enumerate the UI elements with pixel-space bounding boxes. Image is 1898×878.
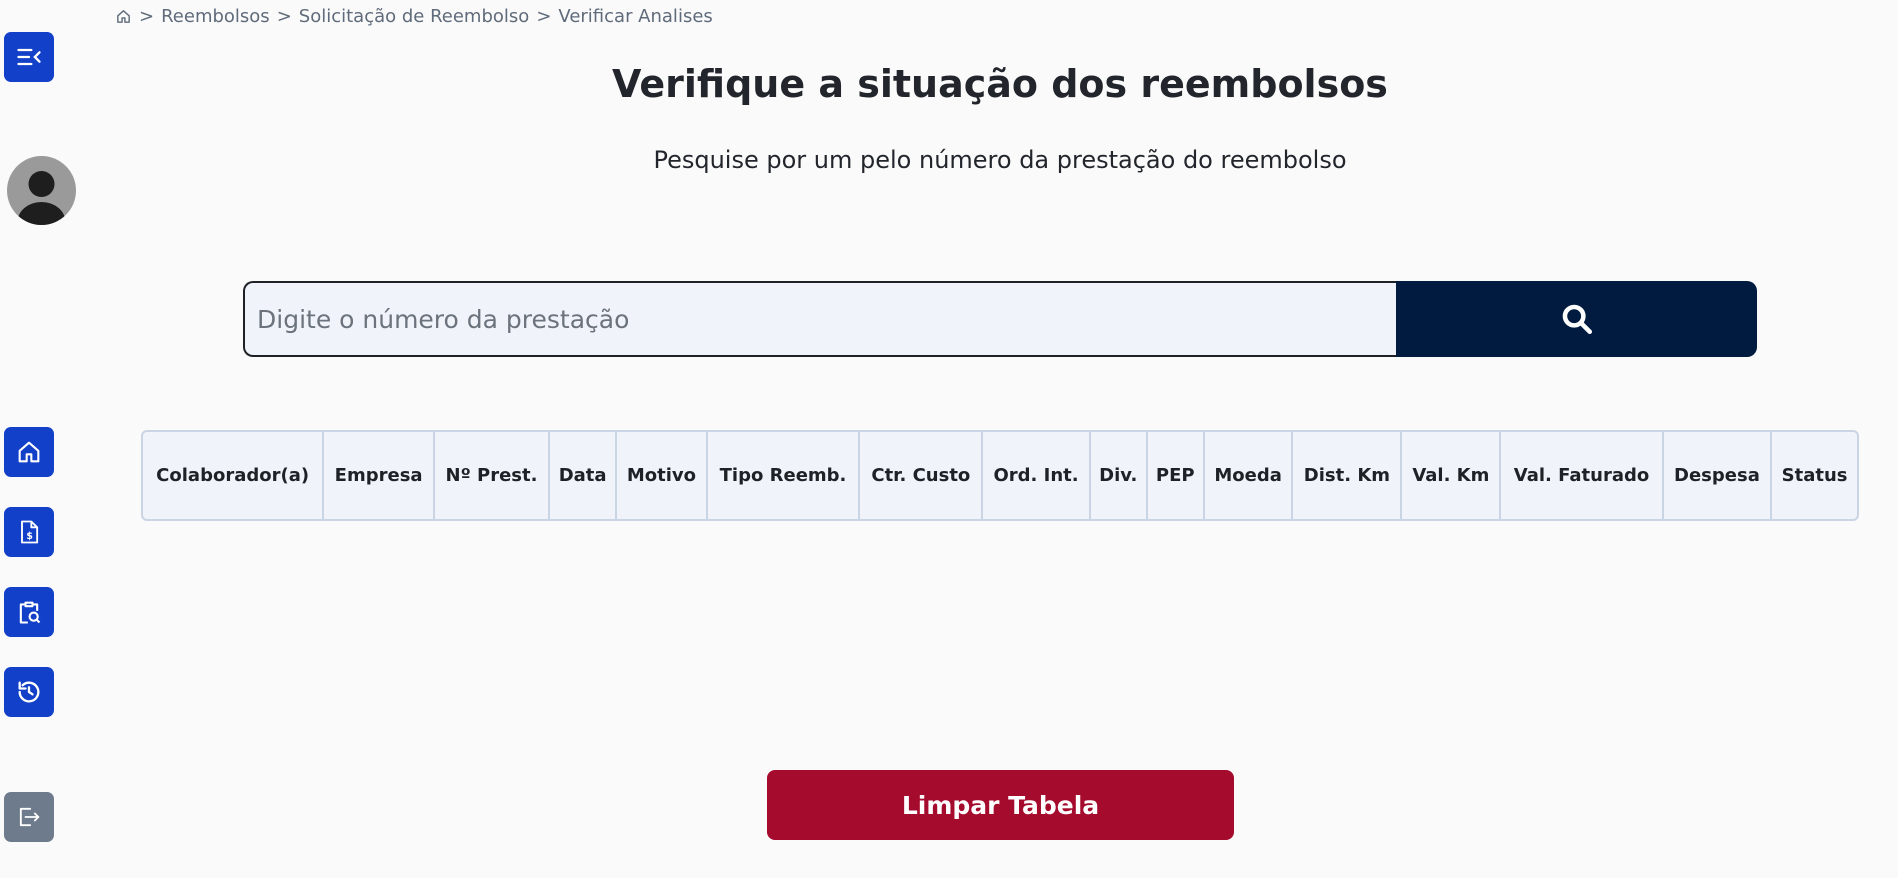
search-bar (243, 281, 1757, 357)
search-button[interactable] (1396, 281, 1757, 357)
history-icon (18, 681, 40, 703)
clipboard-search-icon (19, 601, 41, 624)
search-icon (1562, 304, 1592, 335)
column-header-pep[interactable]: PEP (1146, 432, 1205, 519)
breadcrumb: > Reembolsos > Solicitação de Reembolso … (115, 6, 713, 27)
breadcrumb-item-verificar[interactable]: Verificar Analises (558, 6, 712, 27)
column-header-moeda[interactable]: Moeda (1203, 432, 1294, 519)
breadcrumb-separator: > (536, 6, 552, 27)
sidebar-item-home[interactable] (4, 427, 54, 477)
home-icon[interactable] (115, 8, 132, 25)
sidebar: $ (0, 0, 76, 878)
column-header-distancia-km[interactable]: Dist. Km (1292, 432, 1403, 519)
column-header-valor-km[interactable]: Val. Km (1401, 432, 1502, 519)
column-header-numero-prestacao[interactable]: Nº Prest. (433, 432, 551, 519)
column-header-tipo-reembolso[interactable]: Tipo Reemb. (706, 432, 861, 519)
column-header-despesa[interactable]: Despesa (1662, 432, 1773, 519)
breadcrumb-item-solicitacao[interactable]: Solicitação de Reembolso (299, 6, 530, 27)
clear-table-button[interactable]: Limpar Tabela (767, 770, 1234, 840)
logout-icon (19, 807, 40, 827)
search-input[interactable] (243, 281, 1396, 357)
column-header-ordem-interna[interactable]: Ord. Int. (982, 432, 1091, 519)
page-title: Verifique a situação dos reembolsos (612, 62, 1388, 106)
sidebar-item-verify[interactable] (4, 587, 54, 637)
home-icon (18, 441, 40, 463)
breadcrumb-item-reembolsos[interactable]: Reembolsos (161, 6, 270, 27)
page-subtitle: Pesquise por um pelo número da prestação… (653, 146, 1347, 174)
column-header-divisao[interactable]: Div. (1089, 432, 1148, 519)
sidebar-item-history[interactable] (4, 667, 54, 717)
results-table: Colaborador(a) Empresa Nº Prest. Data Mo… (141, 430, 1859, 521)
column-header-motivo[interactable]: Motivo (616, 432, 708, 519)
column-header-empresa[interactable]: Empresa (323, 432, 435, 519)
svg-text:$: $ (26, 531, 33, 542)
column-header-valor-faturado[interactable]: Val. Faturado (1500, 432, 1664, 519)
column-header-colaborador[interactable]: Colaborador(a) (143, 432, 325, 519)
column-header-status[interactable]: Status (1771, 432, 1857, 519)
table-header-row: Colaborador(a) Empresa Nº Prest. Data Mo… (143, 432, 1857, 519)
document-dollar-icon: $ (21, 520, 39, 544)
breadcrumb-separator: > (276, 6, 292, 27)
logout-button[interactable] (4, 792, 54, 842)
column-header-data[interactable]: Data (549, 432, 618, 519)
sidebar-item-new-reimbursement[interactable]: $ (4, 507, 54, 557)
breadcrumb-separator: > (139, 6, 155, 27)
column-header-centro-custo[interactable]: Ctr. Custo (859, 432, 984, 519)
